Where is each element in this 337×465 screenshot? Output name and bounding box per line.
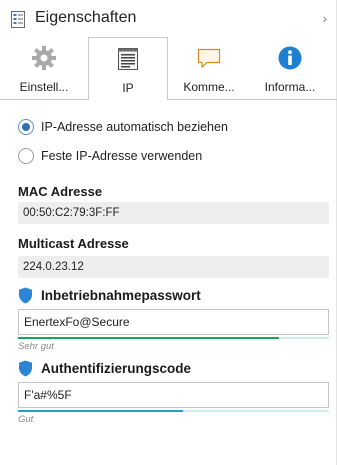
strength-fill xyxy=(18,337,280,339)
properties-icon xyxy=(11,11,25,28)
mac-address-label: MAC Adresse xyxy=(18,184,103,199)
tab-comment[interactable]: Komme... xyxy=(168,37,250,100)
shield-icon xyxy=(19,287,32,304)
tab-settings[interactable]: Einstell... xyxy=(0,37,88,100)
auth-code-label: Authentifizierungscode xyxy=(41,361,192,376)
auth-code-heading: Authentifizierungscode xyxy=(18,360,191,377)
tab-information-label: Informa... xyxy=(264,80,316,94)
radio-ip-automatic-label: IP-Adresse automatisch beziehen xyxy=(41,120,228,134)
radio-button-unchecked[interactable] xyxy=(18,148,34,164)
radio-button-checked[interactable] xyxy=(18,119,34,135)
auth-code-input[interactable]: F'a#%5F xyxy=(18,382,329,408)
multicast-address-value: 224.0.23.12 xyxy=(18,256,329,278)
auth-code-strength-bar xyxy=(18,410,329,412)
chevron-right-icon[interactable]: › xyxy=(322,10,327,26)
comment-icon xyxy=(197,48,221,69)
list-window-icon xyxy=(118,48,138,70)
tab-settings-label: Einstell... xyxy=(19,80,69,94)
commissioning-password-label: Inbetriebnahmepasswort xyxy=(41,288,201,303)
gear-icon xyxy=(32,46,56,70)
tab-ip-label: IP xyxy=(122,81,134,95)
commissioning-password-strength-text: Sehr gut xyxy=(18,341,54,352)
tab-bar: Einstell... IP Komme... Informa... xyxy=(0,37,337,100)
panel-title: Eigenschaften xyxy=(35,9,137,26)
shield-icon xyxy=(19,360,32,377)
tab-ip[interactable]: IP xyxy=(88,37,168,100)
tab-active-gap xyxy=(89,99,167,100)
radio-ip-fixed-label: Feste IP-Adresse verwenden xyxy=(41,149,203,163)
properties-panel: Eigenschaften › Einstell... IP Komme... … xyxy=(0,0,337,465)
commissioning-password-strength-bar xyxy=(18,337,329,339)
commissioning-password-heading: Inbetriebnahmepasswort xyxy=(18,287,201,304)
radio-ip-automatic[interactable]: IP-Adresse automatisch beziehen xyxy=(18,119,228,135)
mac-address-value: 00:50:C2:79:3F:FF xyxy=(18,202,329,224)
radio-ip-fixed[interactable]: Feste IP-Adresse verwenden xyxy=(18,148,202,164)
tab-comment-label: Komme... xyxy=(183,80,235,94)
commissioning-password-input[interactable]: EnertexFo@Secure xyxy=(18,309,329,335)
panel-header: Eigenschaften › xyxy=(0,0,337,36)
tab-divider xyxy=(0,99,337,100)
multicast-address-label: Multicast Adresse xyxy=(18,236,129,251)
tab-information[interactable]: Informa... xyxy=(250,37,330,100)
auth-code-strength-text: Gut xyxy=(18,414,34,425)
strength-fill xyxy=(18,410,183,412)
info-icon xyxy=(278,46,302,70)
